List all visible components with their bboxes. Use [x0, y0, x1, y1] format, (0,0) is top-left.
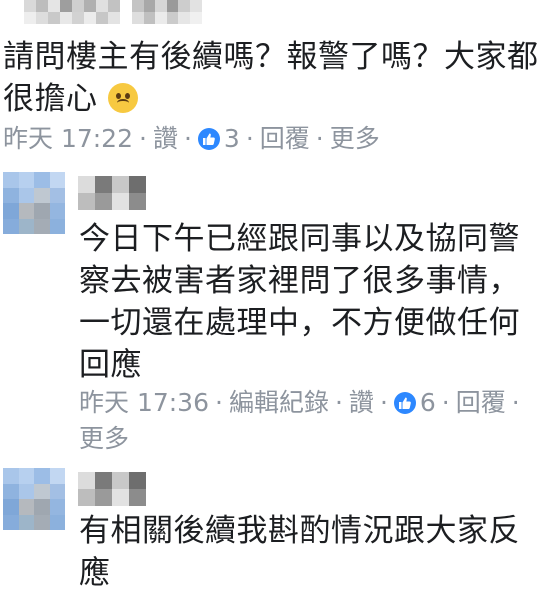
blurred-replier-name[interactable]	[78, 472, 146, 506]
blurred-commenter-name-2[interactable]	[132, 0, 202, 24]
comment-meta-row: 昨天 17:22 · 讚 · 3 · 回覆 · 更多	[3, 124, 380, 153]
reply-link[interactable]: 回覆	[260, 124, 310, 153]
like-count[interactable]: 3	[224, 124, 240, 153]
comment-timestamp[interactable]: 昨天 17:22	[3, 124, 133, 153]
reply-text: 有相關後續我斟酌情況跟大家反 應	[79, 513, 520, 591]
more-link[interactable]: 更多	[79, 424, 129, 453]
thumbs-up-icon	[393, 392, 416, 414]
reply-text: 今日下午已經跟同事以及協同警 察去被害者家裡問了很多事情， 一切還在處理中，不方…	[79, 221, 520, 383]
like-link[interactable]: 讚	[349, 388, 374, 417]
worried-face-emoji	[107, 83, 138, 113]
reply-meta-row: 昨天 17:36 · 編輯紀錄 · 讚 · 6 · 回覆 · 更多	[79, 388, 520, 453]
like-count[interactable]: 6	[420, 388, 436, 417]
more-link[interactable]: 更多	[330, 124, 380, 153]
reply-timestamp[interactable]: 昨天 17:36	[79, 388, 209, 417]
blurred-commenter-name[interactable]	[24, 0, 120, 24]
thumbs-up-icon	[197, 128, 220, 150]
like-link[interactable]: 讚	[153, 124, 178, 153]
edit-history-link[interactable]: 編輯紀錄	[229, 388, 329, 417]
blurred-replier-name[interactable]	[78, 176, 146, 210]
avatar[interactable]	[3, 468, 65, 530]
reply-link[interactable]: 回覆	[456, 388, 506, 417]
avatar[interactable]	[3, 172, 65, 234]
comment-text: 請問樓主有後續嗎？報警了嗎？大家都 很擔心	[3, 39, 539, 117]
